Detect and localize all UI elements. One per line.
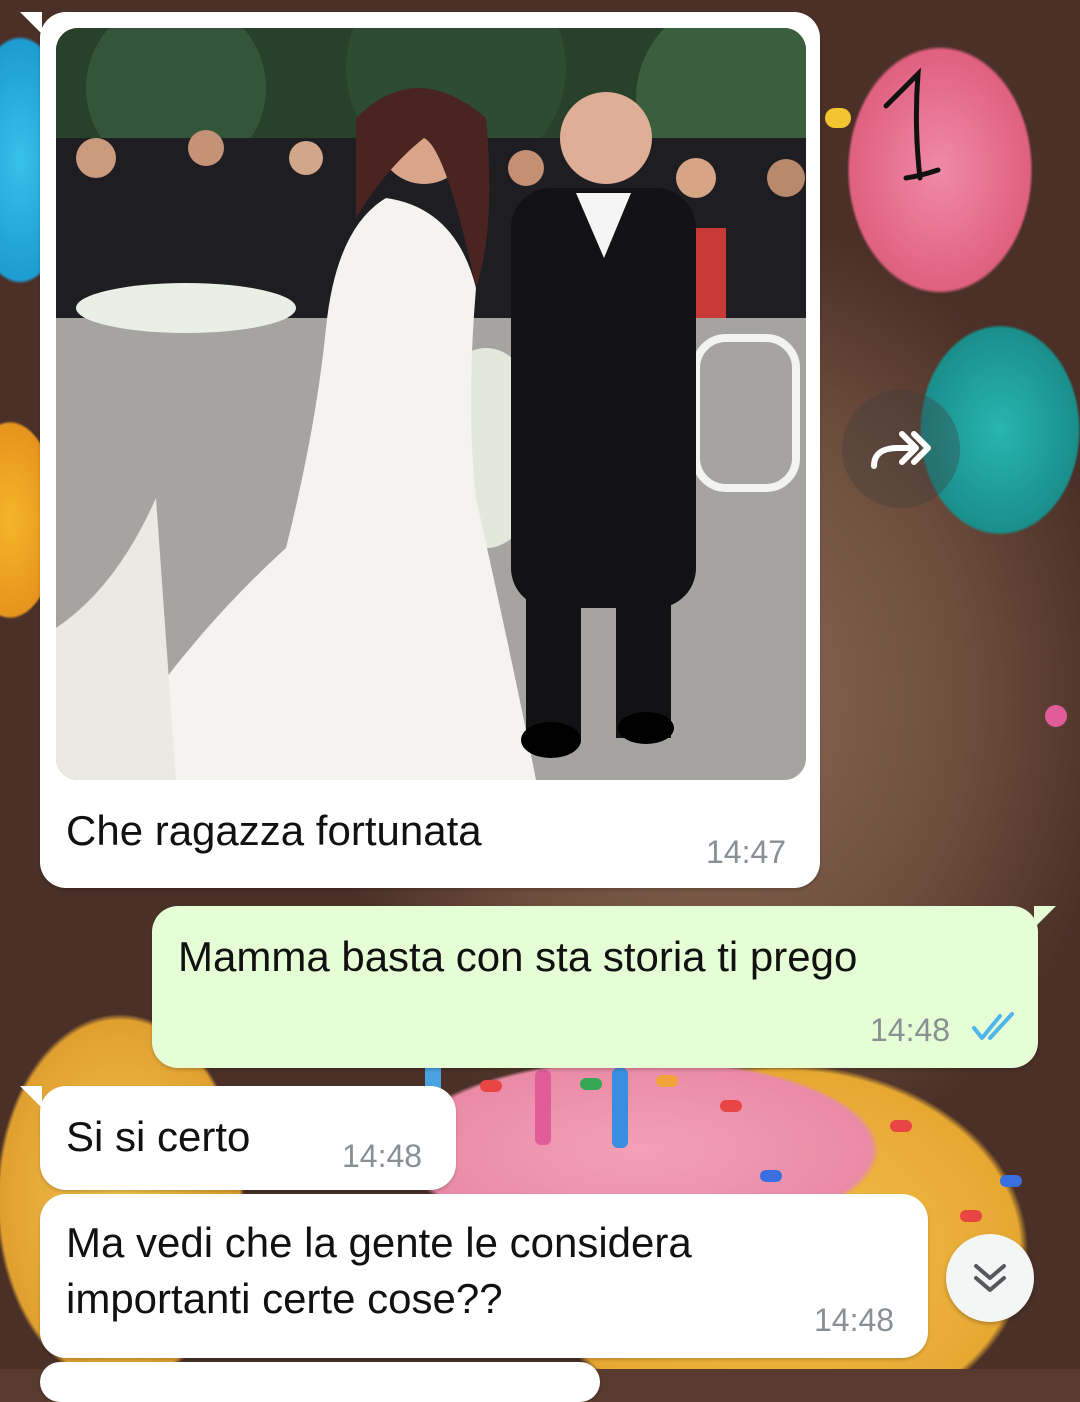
double-check-read-icon [970,1010,1018,1049]
bubble-tail [1034,906,1056,928]
wallpaper-sprinkle [960,1210,982,1222]
outgoing-text-message[interactable]: Mamma basta con sta storia ti prego 14:4… [152,906,1056,1068]
wallpaper-sprinkle [1000,1175,1022,1187]
message-timestamp: 14:48 [342,1138,423,1174]
wallpaper-sprinkle [890,1120,912,1132]
incoming-image-message[interactable]: Che ragazza fortunata 14:47 [20,12,820,888]
message-text: Mamma basta con sta storia ti prego [178,933,858,980]
incoming-text-message-partial[interactable] [40,1362,600,1402]
forward-button[interactable] [842,390,960,508]
wallpaper-sprinkle [480,1080,502,1092]
wallpaper-sprinkle [1045,705,1067,727]
image-caption: Che ragazza fortunata [66,807,482,854]
message-timestamp: 14:48 [814,1302,895,1338]
wallpaper-sprinkle [825,108,851,128]
message-text: Si si certo [66,1113,251,1160]
shared-photo[interactable] [56,28,806,780]
double-chevron-down-icon [970,1258,1010,1303]
wallpaper-sprinkle [580,1078,602,1090]
message-text-line-2: importanti certe cose?? [66,1275,503,1322]
bubble-tail [20,1086,42,1108]
forward-arrow-icon [868,424,934,479]
wallpaper-sprinkle [720,1100,742,1112]
incoming-text-message[interactable]: Ma vedi che la gente le considera import… [40,1194,928,1358]
bubble-tail [20,12,42,34]
incoming-text-message[interactable]: Si si certo 14:48 [20,1086,456,1190]
wallpaper-sprinkle [656,1075,678,1087]
scroll-to-bottom-button[interactable] [946,1234,1034,1322]
message-timestamp: 14:47 [706,834,787,870]
message-timestamp: 14:48 [870,1012,951,1048]
wallpaper-candle [612,1068,628,1148]
wallpaper-candle [535,1070,551,1145]
message-text-line-1: Ma vedi che la gente le considera [66,1219,692,1266]
handwritten-number [876,66,946,191]
wallpaper-sprinkle [760,1170,782,1182]
